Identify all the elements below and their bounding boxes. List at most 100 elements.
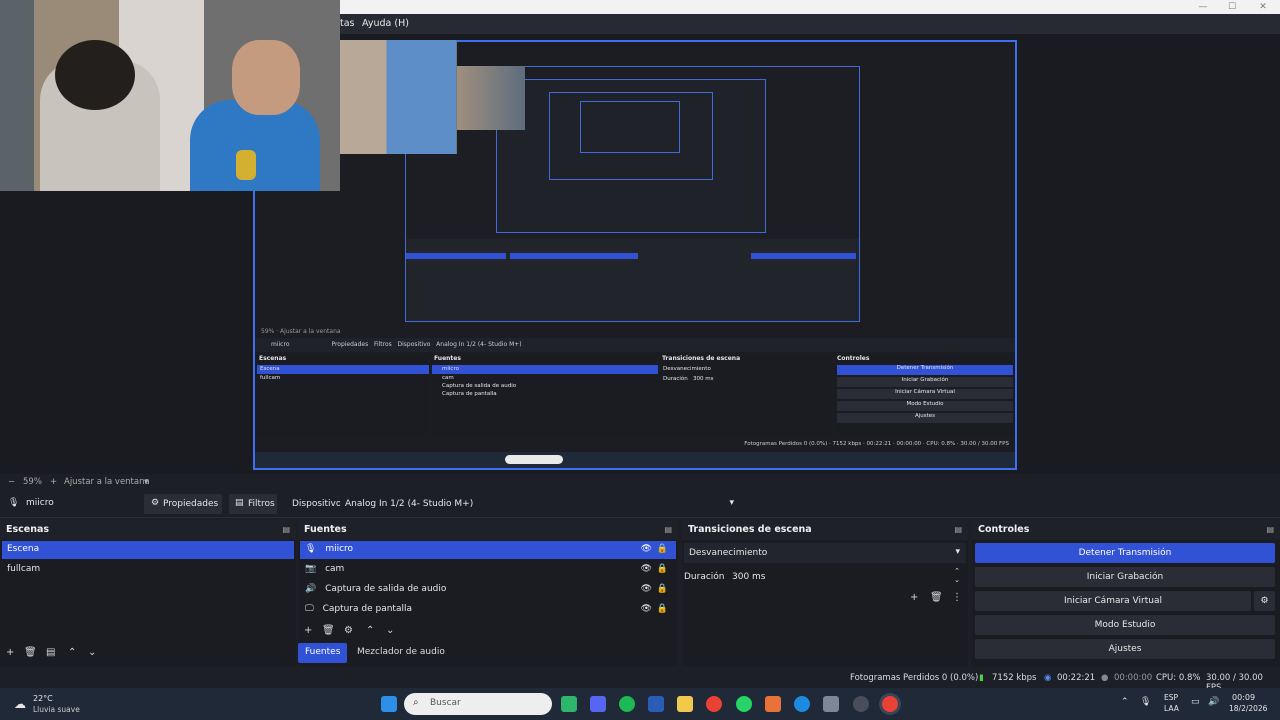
monitor-icon: 🖵 — [305, 604, 314, 614]
menu-bar: tas Ayuda (H) — [340, 14, 1280, 34]
dock-icon[interactable]: ▤ — [1266, 525, 1274, 534]
chevron-down-icon[interactable]: ⌄ — [386, 625, 394, 636]
start-virtual-camera-button[interactable]: Iniciar Cámara Virtual — [975, 591, 1251, 611]
chrome-icon[interactable] — [882, 696, 898, 712]
more-options-icon[interactable]: ⋮ — [952, 592, 962, 603]
app-icon[interactable] — [765, 696, 781, 712]
source-toolbar: 🎙 miicro ⚙ Propiedades ▤ Filtros Disposi… — [0, 490, 1280, 518]
speaker-icon: 🔊 — [305, 584, 317, 594]
add-icon[interactable]: + — [6, 647, 14, 658]
scene-item[interactable]: fullcam — [2, 561, 294, 579]
taskbar-search[interactable]: ⌕ Buscar — [404, 693, 552, 715]
tab-sources[interactable]: Fuentes — [298, 643, 348, 663]
stop-stream-button[interactable]: Detener Transmisión — [975, 543, 1275, 563]
language-top[interactable]: ESP — [1164, 693, 1178, 702]
device-label: Dispositivo — [292, 499, 342, 509]
transitions-panel: Transiciones de escena ▤ Desvanecimiento… — [682, 520, 968, 666]
chevron-up-icon[interactable]: ⌃ — [366, 625, 374, 636]
obs-icon[interactable] — [853, 696, 869, 712]
spotify-icon[interactable] — [619, 696, 635, 712]
chevron-up-icon[interactable]: ⌃ — [68, 647, 76, 658]
settings-button[interactable]: Ajustes — [975, 639, 1275, 659]
dock-icon[interactable]: ▤ — [664, 525, 672, 534]
sources-title: Fuentes — [304, 524, 347, 535]
minimize-icon[interactable]: — — [1192, 0, 1214, 14]
source-item[interactable]: 🔊 Captura de salida de audio 👁 🔒 — [300, 581, 676, 599]
sources-panel-header: Fuentes ▤ — [298, 520, 678, 540]
nested-preview-2 — [496, 79, 766, 233]
maximize-icon[interactable]: ☐ — [1221, 0, 1243, 14]
whatsapp-icon[interactable] — [736, 696, 752, 712]
word-icon[interactable] — [648, 696, 664, 712]
gear-icon[interactable]: ⚙ — [344, 625, 353, 636]
chevron-down-icon[interactable]: ⌄ — [88, 647, 96, 658]
close-icon[interactable]: ✕ — [1252, 0, 1274, 14]
xbox-icon[interactable] — [561, 696, 577, 712]
language-bottom[interactable]: LAA — [1164, 704, 1179, 713]
virtual-camera-settings-button[interactable]: ⚙ — [1254, 591, 1275, 611]
display-icon[interactable]: ▭ — [1191, 697, 1200, 707]
menu-item-help[interactable]: Ayuda (H) — [362, 18, 409, 29]
source-item[interactable]: 🖵 Captura de pantalla 👁 🔒 — [300, 601, 676, 619]
webcam-feed — [0, 0, 340, 191]
chevron-down-icon: ▾ — [955, 547, 960, 557]
zoom-in-icon[interactable]: + — [50, 477, 57, 487]
transition-select[interactable]: Desvanecimiento ▾ — [684, 543, 966, 563]
stream-time: 00:22:21 — [1057, 673, 1096, 683]
clock-date[interactable]: 18/2/2026 — [1229, 704, 1267, 713]
lock-icon[interactable]: 🔒 — [657, 544, 668, 554]
volume-icon[interactable]: 🔊 — [1208, 697, 1219, 707]
edge-icon[interactable] — [794, 696, 810, 712]
eye-icon[interactable]: 👁 — [641, 564, 652, 574]
eye-icon[interactable]: 👁 — [641, 604, 652, 614]
chevron-up-icon[interactable]: ⌃ — [1121, 697, 1129, 707]
eye-icon[interactable]: 👁 — [641, 584, 652, 594]
discord-icon[interactable] — [590, 696, 606, 712]
source-item[interactable]: 📷 cam 👁 🔒 — [300, 561, 676, 579]
source-item[interactable]: 🎙 miicro 👁 🔒 — [300, 541, 676, 559]
chevron-up-icon[interactable]: ⌃ — [954, 567, 960, 575]
camera-icon: 📷 — [305, 564, 317, 574]
windows-start-icon[interactable] — [381, 696, 397, 712]
chevron-down-icon[interactable]: ⌄ — [954, 576, 960, 584]
studio-mode-button[interactable]: Modo Estudio — [975, 615, 1275, 635]
chevron-down-icon[interactable]: ▾ — [144, 477, 148, 487]
dock-icon[interactable]: ▤ — [954, 525, 962, 534]
trash-icon[interactable]: 🗑 — [322, 625, 335, 636]
filter-icon[interactable]: ▤ — [46, 647, 55, 658]
nested-webcam-thumbnail-2 — [457, 66, 525, 130]
filters-button[interactable]: ▤ Filtros — [229, 494, 277, 514]
folder-icon[interactable] — [677, 696, 693, 712]
chrome-icon[interactable] — [706, 696, 722, 712]
add-icon[interactable]: + — [304, 625, 312, 636]
add-icon[interactable]: + — [910, 592, 918, 603]
nested-taskbar — [255, 452, 1015, 468]
menu-item-partial[interactable]: tas — [340, 18, 355, 29]
lock-icon[interactable]: 🔒 — [657, 564, 668, 574]
filter-icon: ▤ — [235, 498, 244, 508]
nested-status-bar: Fotogramas Perdidos 0 (0.0%) · 7152 kbps… — [744, 441, 1009, 447]
microphone-icon[interactable]: 🎙 — [1140, 697, 1151, 707]
chevron-down-icon: ▾ — [729, 498, 734, 508]
gear-icon: ⚙ — [1260, 596, 1269, 606]
dock-icon[interactable]: ▤ — [282, 525, 290, 534]
properties-button[interactable]: ⚙ Propiedades — [144, 494, 222, 514]
lock-icon[interactable]: 🔒 — [657, 604, 668, 614]
calculator-icon[interactable] — [823, 696, 839, 712]
start-recording-button[interactable]: Iniciar Grabación — [975, 567, 1275, 587]
scenes-panel: Escenas ▤ Escena fullcam + 🗑 ▤ ⌃ ⌄ — [0, 520, 296, 666]
tab-audio-mixer[interactable]: Mezclador de audio — [350, 643, 452, 663]
device-select[interactable]: Analog In 1/2 (4- Studio M+) ▾ — [340, 494, 740, 514]
scene-item[interactable]: Escena — [2, 541, 294, 559]
weather-icon: ☁ — [14, 697, 26, 711]
zoom-fit-label[interactable]: Ajustar a la ventana — [64, 477, 150, 487]
zoom-out-icon[interactable]: − — [8, 477, 15, 487]
trash-icon[interactable]: 🗑 — [930, 592, 943, 603]
nested-sources-panel: Fuentes miicro cam Captura de salida de … — [432, 354, 658, 436]
scenes-panel-header: Escenas ▤ — [0, 520, 296, 540]
duration-stepper[interactable]: 300 ms ⌃ ⌄ — [728, 567, 966, 587]
eye-icon[interactable]: 👁 — [641, 544, 652, 554]
trash-icon[interactable]: 🗑 — [24, 647, 37, 658]
clock-time[interactable]: 00:09 — [1232, 693, 1255, 702]
lock-icon[interactable]: 🔒 — [657, 584, 668, 594]
